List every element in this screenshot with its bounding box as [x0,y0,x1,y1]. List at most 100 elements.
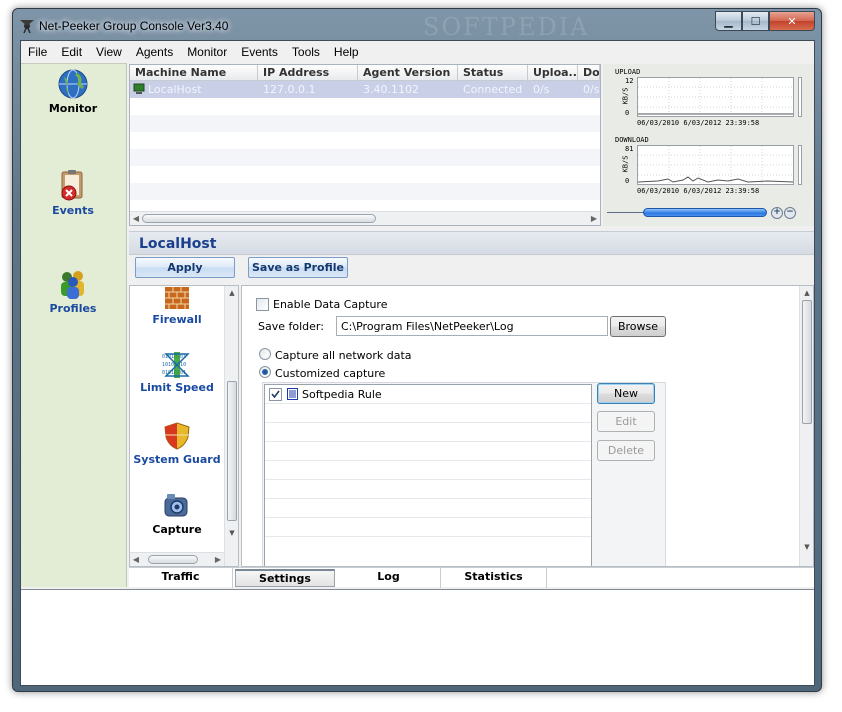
tool-firewall[interactable]: Firewall [130,286,224,326]
scroll-left-icon[interactable]: ◀ [131,555,141,565]
save-folder-input[interactable]: C:\Program Files\NetPeeker\Log [336,316,608,336]
scroll-up-icon[interactable]: ▲ [227,288,237,298]
tab-statistics[interactable]: Statistics [441,568,547,588]
customized-capture-radio[interactable] [259,366,271,378]
menu-bar: File Edit View Agents Monitor Events Too… [21,41,814,63]
settings-scrollbar[interactable]: ▲ ▼ [799,286,813,566]
minimize-button[interactable]: ▁ [715,11,742,31]
tool-limit-speed[interactable]: 010101011010101001010101 Limit Speed [130,352,224,394]
traffic-graphs: UPLOAD 12 KB/S 0 06/03/2010 6/03/2012 23… [603,64,814,226]
menu-agents[interactable]: Agents [129,41,180,63]
browse-button[interactable]: Browse [610,316,666,337]
empty-row [265,499,591,518]
rule-checkbox[interactable] [269,388,282,401]
scroll-thumb[interactable] [142,214,376,223]
scroll-down-icon[interactable]: ▼ [802,542,812,552]
limit-speed-icon: 010101011010101001010101 [162,352,190,378]
tool-list-scrollbar[interactable]: ▲ ▼ [224,286,238,566]
save-as-profile-button[interactable]: Save as Profile [248,257,348,278]
download-zero: 0 [625,177,630,185]
window-title: Net-Peeker Group Console Ver3.40 [39,19,229,33]
menu-help[interactable]: Help [327,41,366,63]
menu-view[interactable]: View [89,41,129,63]
tool-system-guard[interactable]: System Guard [130,422,224,466]
scroll-down-icon[interactable]: ▼ [227,528,237,538]
column-download[interactable]: Dow [578,65,600,80]
tab-traffic[interactable]: Traffic [129,568,233,588]
title-bar[interactable]: Net-Peeker Group Console Ver3.40 SOFTPED… [13,9,821,41]
table-header: Machine Name IP Address Agent Version St… [130,65,600,81]
nav-events-label: Events [52,204,94,217]
menu-file[interactable]: File [21,41,54,63]
customized-capture-label: Customized capture [275,367,386,380]
upload-max: 12 [625,77,634,85]
download-scale [798,145,802,185]
upload-graph [637,77,794,117]
menu-monitor[interactable]: Monitor [180,41,234,63]
tab-log[interactable]: Log [337,568,441,588]
custom-capture-group: Softpedia Rule New Edit Delete [262,382,666,566]
host-header: LocalHost [129,231,814,255]
save-folder-label: Save folder: [258,320,324,333]
empty-row [265,423,591,442]
edit-rule-button[interactable]: Edit [597,411,655,432]
nav-profiles[interactable]: Profiles [21,268,125,315]
log-output-pane[interactable] [21,589,814,685]
scroll-up-icon[interactable]: ▲ [802,288,812,298]
upload-scale [798,77,802,117]
scroll-right-icon[interactable]: ▶ [589,214,599,224]
download-graph-title: DOWNLOAD [615,136,649,144]
scroll-thumb[interactable] [227,381,237,521]
tool-limit-speed-label: Limit Speed [140,381,214,394]
upload-dates: 06/03/2010 6/03/2012 23:39:58 [637,119,760,127]
zoom-out-button[interactable]: − [784,207,796,219]
scroll-left-icon[interactable]: ◀ [131,214,141,224]
delete-rule-button[interactable]: Delete [597,440,655,461]
capture-settings: Enable Data Capture Save folder: C:\Prog… [241,285,814,567]
tool-capture[interactable]: Capture [130,492,224,536]
upload-graph-canvas [638,78,793,116]
enable-data-capture-checkbox[interactable] [256,298,269,311]
close-button[interactable]: ✕ [769,11,815,31]
nav-profiles-label: Profiles [49,302,97,315]
nav-events[interactable]: Events [21,168,125,217]
menu-events[interactable]: Events [234,41,285,63]
scroll-thumb[interactable] [148,555,198,564]
zoom-in-button[interactable]: + [771,207,783,219]
check-icon [271,390,280,399]
tool-list-horizontal-scrollbar[interactable]: ◀ ▶ [130,552,224,566]
app-icon [20,20,34,34]
menu-tools[interactable]: Tools [285,41,327,63]
zoom-track [607,212,643,213]
rule-list: Softpedia Rule [264,384,592,566]
apply-button[interactable]: Apply [135,257,235,278]
cell-ip-address: 127.0.0.1 [263,83,316,96]
rule-name: Softpedia Rule [302,388,382,401]
column-agent-version[interactable]: Agent Version [358,65,458,80]
column-machine-name[interactable]: Machine Name [130,65,258,80]
scroll-thumb[interactable] [802,300,812,424]
tab-settings[interactable]: Settings [235,569,335,587]
left-nav: Monitor Events Profiles [21,63,127,587]
list-item[interactable]: Softpedia Rule [265,385,591,404]
capture-all-radio[interactable] [259,348,271,360]
scroll-right-icon[interactable]: ▶ [213,555,223,565]
menu-edit[interactable]: Edit [54,41,89,63]
empty-row [265,404,591,423]
column-upload[interactable]: Uploa... [528,65,578,80]
users-icon [61,271,84,299]
download-graph [637,145,794,185]
empty-row [265,518,591,537]
table-horizontal-scrollbar[interactable]: ◀ ▶ [130,211,600,225]
maximize-button[interactable]: ☐ [742,11,769,31]
tool-list: Firewall 010101011010101001010101 Limit … [129,285,239,567]
time-range-slider[interactable] [643,208,767,217]
globe-icon [58,69,88,99]
table-row[interactable]: LocalHost 127.0.0.1 3.40.1102 Connected … [130,81,600,98]
new-rule-button[interactable]: New [597,383,655,404]
column-ip-address[interactable]: IP Address [258,65,358,80]
cell-upload: 0/s [533,83,550,96]
tool-capture-label: Capture [152,523,202,536]
nav-monitor[interactable]: Monitor [21,68,125,115]
column-status[interactable]: Status [458,65,528,80]
